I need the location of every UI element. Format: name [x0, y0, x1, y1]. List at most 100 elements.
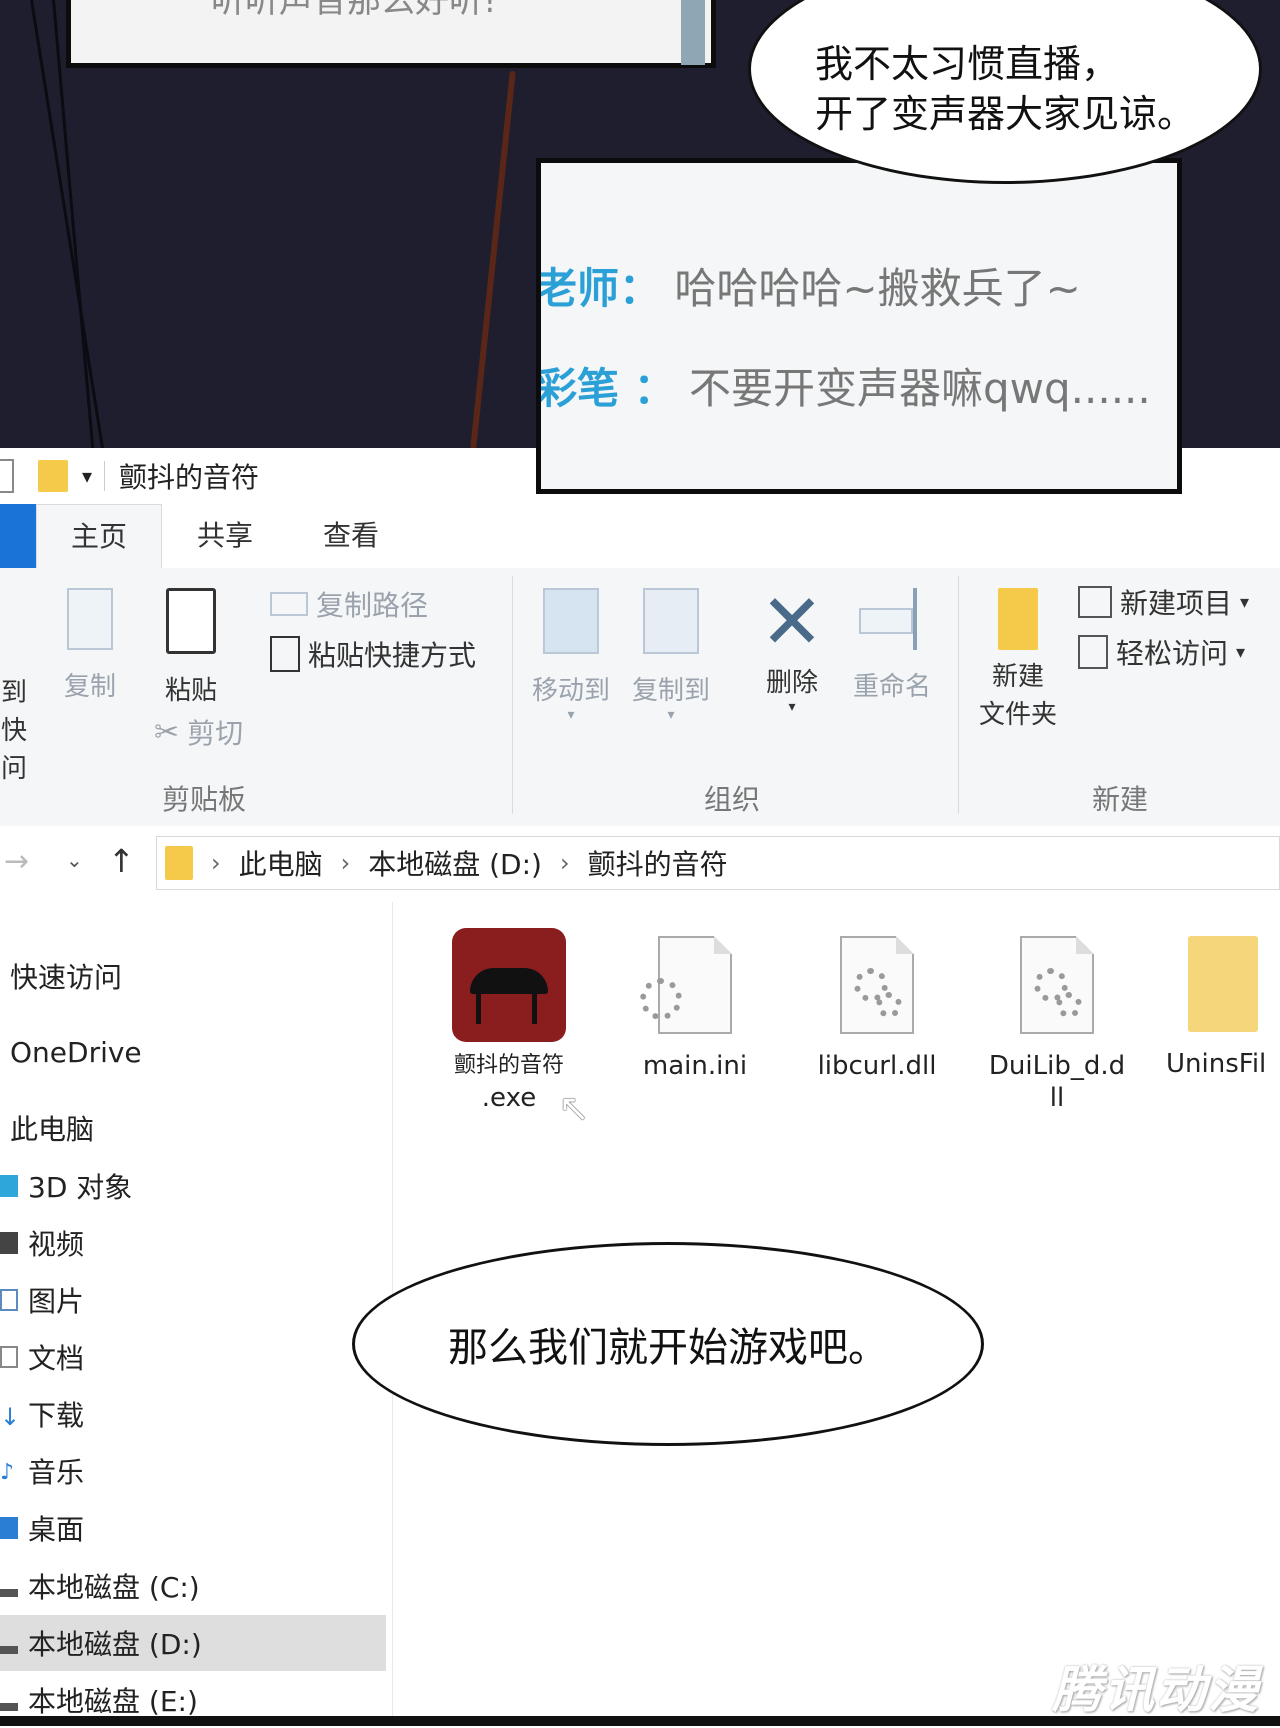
ribbon-separator	[512, 576, 513, 814]
nav-drive-d[interactable]: 本地磁盘 (D:)	[0, 1615, 386, 1671]
new-group-label: 新建	[1092, 783, 1149, 816]
film-icon	[0, 1232, 18, 1254]
tab-share[interactable]: 共享	[180, 504, 270, 568]
up-arrow-icon[interactable]: ↑	[108, 842, 135, 880]
chat-name: 彩笔 ：	[536, 364, 676, 413]
window-title: 颤抖的音符	[119, 461, 260, 494]
breadcrumb-this-pc[interactable]: 此电脑	[239, 843, 323, 883]
file-name: DuiLib_d.d	[988, 1051, 1126, 1081]
file-name: main.ini	[642, 1051, 748, 1081]
new-folder-button[interactable]: 新建 文件夹	[970, 588, 1066, 734]
organize-group-label: 组织	[704, 783, 761, 816]
picture-icon	[0, 1289, 18, 1311]
upper-panel-text: 听听声音那么好听!	[211, 0, 497, 21]
delete-label: 删除	[765, 668, 818, 698]
pin-quick-access-button[interactable]: 到快 问	[0, 674, 36, 788]
nav-label: 本地磁盘 (D:)	[28, 1628, 202, 1661]
recent-locations-chevron-icon[interactable]: ⌄	[66, 848, 83, 872]
move-to-icon	[543, 588, 599, 654]
mouse-cursor-icon: ↖	[558, 1086, 590, 1130]
dll-file-icon	[1020, 936, 1094, 1034]
folder-icon[interactable]	[38, 460, 68, 492]
nav-label: 本地磁盘 (E:)	[28, 1685, 198, 1718]
navigation-pane: 快速访问 OneDrive 此电脑 3D 对象 视频 图片 文档 ↓ 下载 ♪ 音乐…	[0, 902, 392, 1726]
nav-videos[interactable]: 视频	[0, 1215, 386, 1271]
properties-icon[interactable]	[0, 459, 14, 493]
new-item-button[interactable]: 新建项目 ▾	[1078, 582, 1249, 622]
nav-label: 本地磁盘 (C:)	[28, 1571, 200, 1604]
file-item-libcurl[interactable]: libcurl.dll	[802, 928, 952, 1082]
file-name: ll	[1049, 1083, 1065, 1113]
nav-label: OneDrive	[10, 1035, 142, 1069]
delete-button[interactable]: ✕ 删除 ▾	[752, 577, 832, 716]
bubble-bottom-text: 那么我们就开始游戏吧。	[448, 1325, 888, 1371]
paste-button[interactable]: 粘贴	[154, 588, 228, 707]
ribbon-separator	[958, 576, 959, 814]
piano-app-icon	[452, 928, 566, 1042]
breadcrumb-chevron-icon: ›	[340, 849, 351, 877]
nav-drive-c[interactable]: 本地磁盘 (C:)	[0, 1558, 386, 1614]
delete-x-icon: ✕	[760, 577, 824, 666]
tencent-comic-watermark: 腾讯动漫	[1052, 1661, 1260, 1719]
chat-line-1: 老师： 哈哈哈哈~搬救兵了~	[541, 255, 1081, 316]
music-note-icon: ♪	[0, 1460, 15, 1485]
copy-path-icon	[270, 592, 308, 616]
download-arrow-icon: ↓	[0, 1403, 21, 1431]
breadcrumb-current-folder[interactable]: 颤抖的音符	[588, 843, 728, 883]
cut-label: 剪切	[187, 717, 244, 750]
nav-quick-access[interactable]: 快速访问	[0, 948, 396, 1004]
panel-accent	[681, 0, 705, 65]
nav-documents[interactable]: 文档	[0, 1329, 386, 1385]
new-item-icon	[1078, 586, 1112, 618]
forward-arrow-icon[interactable]: →	[4, 844, 29, 879]
nav-this-pc[interactable]: 此电脑	[0, 1100, 396, 1156]
tab-home[interactable]: 主页	[36, 504, 162, 569]
ini-file-icon	[640, 936, 732, 1034]
easy-access-label: 轻松访问	[1116, 637, 1229, 670]
copy-to-button[interactable]: 复制到 ▾	[626, 588, 716, 723]
chat-line-2: 彩笔 ： 不要开变声器嘛qwq......	[536, 355, 1151, 416]
quick-access-dropdown-icon[interactable]: ▾	[82, 464, 92, 488]
nav-desktop[interactable]: 桌面	[0, 1500, 386, 1556]
nav-label: 此电脑	[10, 1113, 95, 1146]
nav-music[interactable]: ♪ 音乐	[0, 1443, 386, 1499]
chat-message: 不要开变声器嘛qwq......	[688, 364, 1151, 413]
drive-icon	[0, 1589, 18, 1597]
document-icon	[0, 1346, 18, 1368]
paste-label: 粘贴	[164, 676, 217, 706]
new-folder-icon	[998, 588, 1038, 650]
rename-button[interactable]: 重命名	[844, 588, 940, 703]
copy-path-button[interactable]: 复制路径	[270, 584, 428, 624]
tab-file[interactable]	[0, 504, 36, 568]
easy-access-button[interactable]: 轻松访问 ▾	[1078, 632, 1245, 672]
nav-onedrive[interactable]: OneDrive	[0, 1024, 396, 1080]
cut-button[interactable]: ✂ 剪切	[154, 712, 243, 752]
file-item-duilib[interactable]: DuiLib_d.d ll	[982, 928, 1132, 1114]
chevron-down-icon: ▾	[1240, 591, 1250, 613]
ribbon: 到快 问 复制 粘贴 复制路径 粘贴快捷方式 ✂ 剪切 剪贴板 移动到 ▾ 复制…	[0, 568, 1280, 827]
nav-3d-objects[interactable]: 3D 对象	[0, 1158, 386, 1214]
easy-access-icon	[1078, 635, 1108, 669]
nav-label: 音乐	[28, 1456, 85, 1489]
upper-dialog-panel: 听听声音那么好听!	[66, 0, 716, 68]
rename-icon	[859, 588, 925, 650]
nav-label: 视频	[28, 1228, 85, 1261]
copy-to-icon	[643, 588, 699, 654]
tab-view[interactable]: 查看	[306, 504, 396, 568]
paste-shortcut-button[interactable]: 粘贴快捷方式	[270, 634, 476, 674]
new-folder-label: 文件夹	[978, 700, 1057, 730]
move-to-button[interactable]: 移动到 ▾	[526, 588, 616, 723]
nav-downloads[interactable]: ↓ 下载	[0, 1386, 386, 1442]
title-separator	[104, 461, 106, 491]
live-chat-box: 老师： 哈哈哈哈~搬救兵了~ 彩笔 ： 不要开变声器嘛qwq......	[536, 158, 1182, 494]
copy-button[interactable]: 复制	[58, 588, 122, 703]
chat-message: 哈哈哈哈~搬救兵了~	[674, 264, 1081, 313]
file-item-ini[interactable]: main.ini	[620, 928, 770, 1082]
nav-pictures[interactable]: 图片	[0, 1272, 386, 1328]
ribbon-tabs: 主页 共享 查看	[0, 504, 1280, 570]
breadcrumb-drive-d[interactable]: 本地磁盘 (D:)	[368, 843, 542, 883]
file-item-unins-folder[interactable]: UninsFil	[1158, 928, 1280, 1080]
navigation-bar: → ⌄ ↑ › 此电脑 › 本地磁盘 (D:) › 颤抖的音符	[0, 826, 1280, 902]
address-bar[interactable]: › 此电脑 › 本地磁盘 (D:) › 颤抖的音符	[156, 836, 1280, 890]
scissors-icon: ✂	[154, 714, 180, 750]
